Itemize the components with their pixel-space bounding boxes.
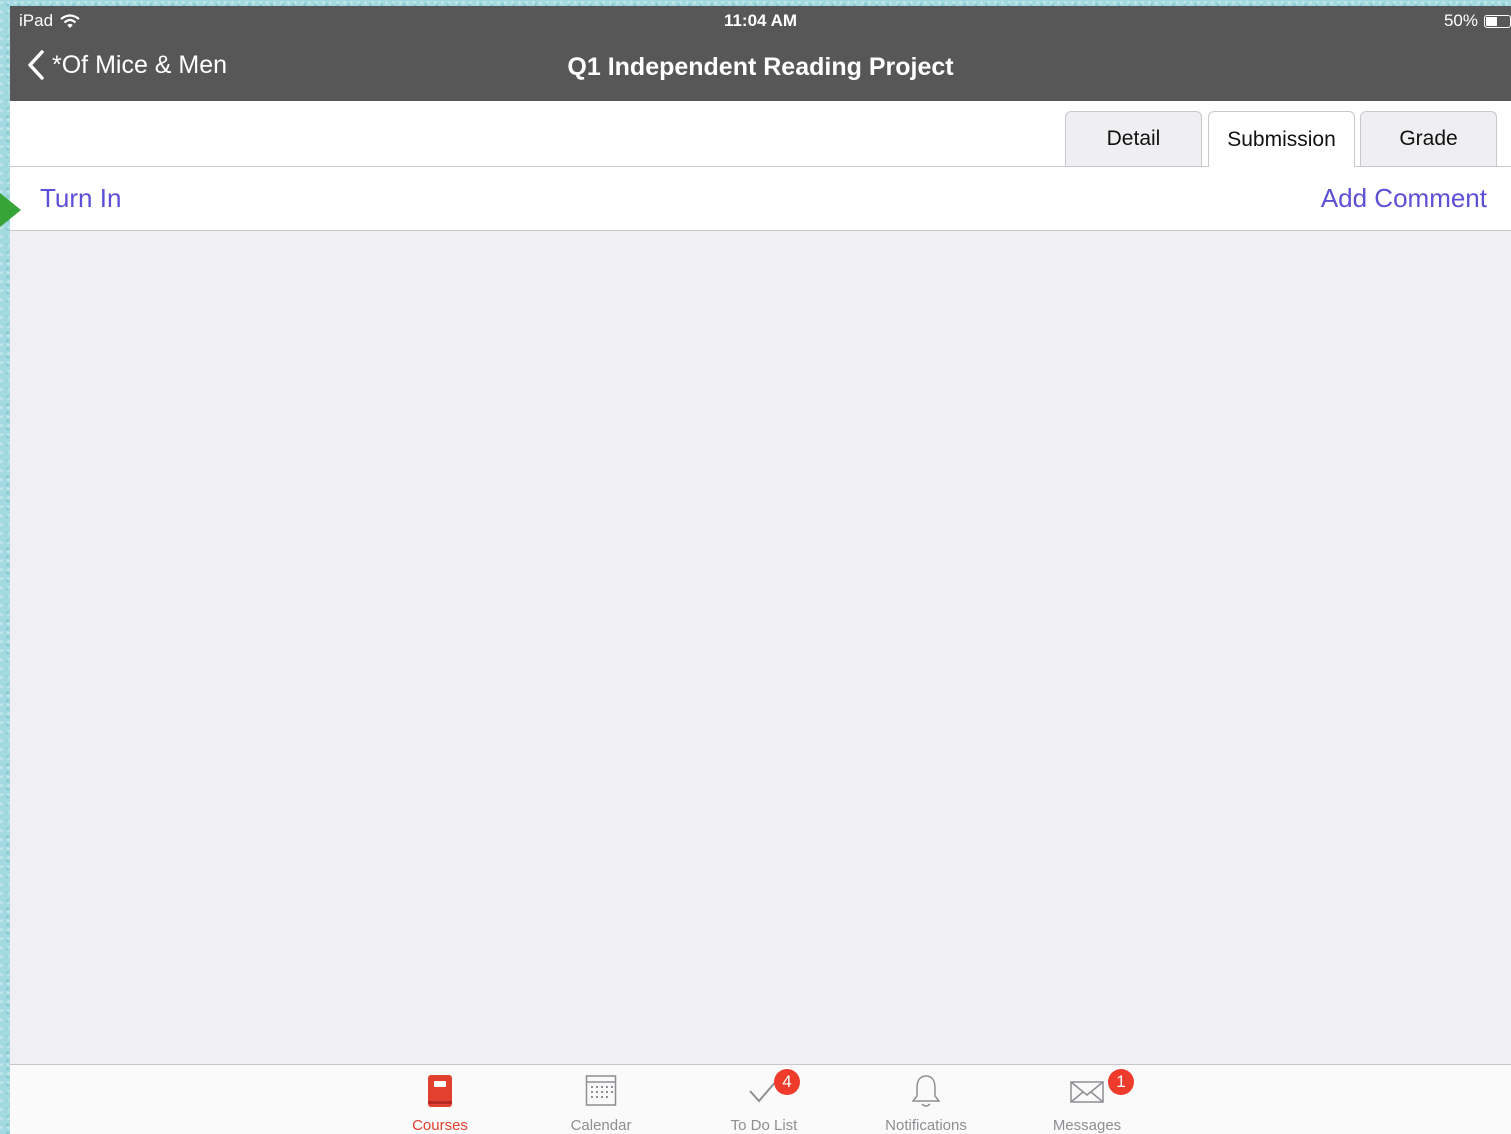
back-button-label: *Of Mice & Men [52, 50, 228, 79]
turn-in-button[interactable]: Turn In [40, 183, 121, 214]
tab-detail-label: Detail [1106, 127, 1161, 150]
tab-bar-courses[interactable]: Courses [365, 1073, 515, 1134]
calendar-icon [585, 1075, 617, 1106]
tab-bar-todo[interactable]: 4 To Do List [689, 1069, 839, 1134]
battery-fill [1486, 16, 1497, 26]
tab-bar-notifications-label: Notifications [885, 1117, 967, 1134]
todo-badge: 4 [774, 1069, 800, 1095]
book-icon [428, 1075, 452, 1107]
messages-badge: 1 [1108, 1069, 1134, 1095]
tab-grade-label: Grade [1399, 127, 1458, 150]
tab-bar-messages-label: Messages [1052, 1117, 1122, 1134]
tab-submission-label: Submission [1227, 127, 1336, 151]
battery-icon [1484, 14, 1511, 28]
tab-bar-todo-label: To Do List [730, 1117, 798, 1134]
tab-bar-notifications[interactable]: Notifications [851, 1073, 1001, 1134]
tab-bar-messages[interactable]: 1 Messages [1012, 1069, 1162, 1134]
submission-content-area [10, 231, 1511, 1063]
status-bar-right: 50% [1444, 11, 1511, 31]
back-button[interactable]: *Of Mice & Men [26, 50, 227, 80]
tab-submission[interactable]: Submission [1208, 111, 1355, 167]
battery-percent: 50% [1443, 11, 1478, 30]
navigation-bar: iPad 11:04 AM 50% *Of Mice & Men Q1 Inde… [10, 6, 1511, 101]
page-title: Q1 Independent Reading Project [567, 53, 954, 81]
bell-icon [911, 1075, 941, 1107]
envelope-icon [1070, 1081, 1104, 1103]
tab-detail[interactable]: Detail [1065, 111, 1202, 166]
status-time: 11:04 AM [723, 11, 798, 30]
tab-bar-calendar-label: Calendar [570, 1117, 632, 1134]
tab-grade[interactable]: Grade [1360, 111, 1497, 166]
ipad-screen: iPad 11:04 AM 50% *Of Mice & Men Q1 Inde… [10, 6, 1511, 1134]
chevron-left-icon [28, 50, 44, 80]
add-comment-button[interactable]: Add Comment [1321, 183, 1487, 214]
pointer-marker [0, 193, 21, 227]
tab-bar: Courses Calendar 4 To Do List Notificati… [10, 1064, 1511, 1134]
tab-bar-courses-label: Courses [412, 1117, 468, 1134]
segment-bar: Detail Submission Grade [10, 101, 1511, 167]
action-bar: Turn In Add Comment [10, 167, 1511, 231]
tab-bar-calendar[interactable]: Calendar [526, 1073, 676, 1134]
